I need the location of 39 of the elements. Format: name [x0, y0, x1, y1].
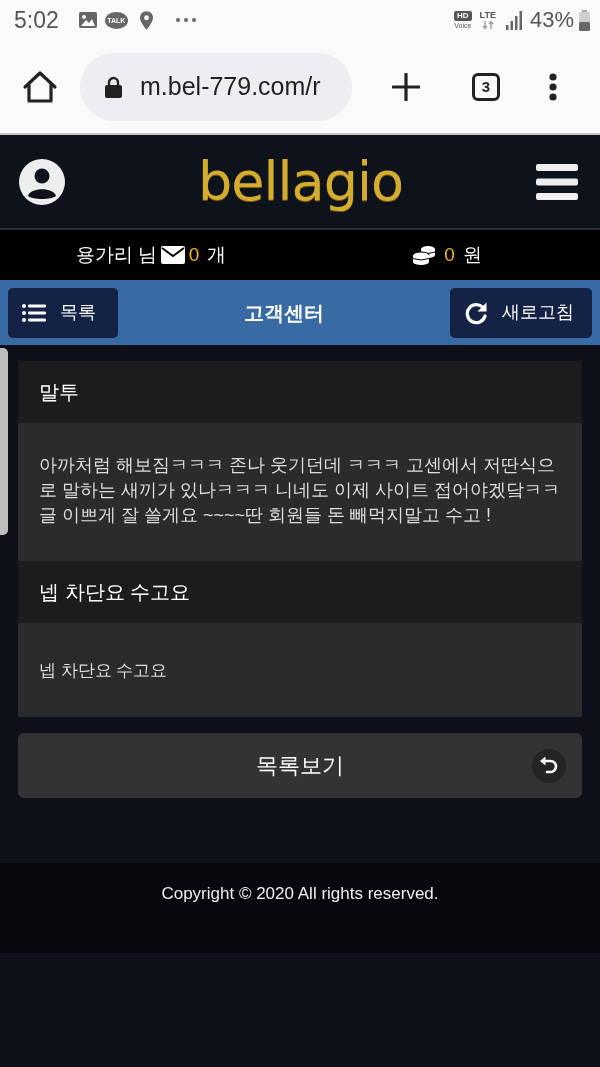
message-count: 0 — [188, 242, 200, 267]
reply-title: 넵 차단요 수고요 — [39, 580, 191, 605]
message-unit: 개 — [207, 242, 227, 267]
user-account-icon[interactable] — [19, 158, 65, 205]
currency-unit: 원 — [462, 242, 482, 267]
mail-icon[interactable] — [160, 246, 185, 264]
more-notifications-icon — [175, 18, 196, 22]
clock-time: 5:02 — [14, 8, 59, 32]
balance-amount: 0 — [444, 242, 455, 267]
coins-icon — [412, 245, 437, 265]
post-title: 말투 — [39, 380, 79, 405]
tab-switcher-button[interactable]: 3 — [472, 72, 500, 101]
return-icon — [532, 748, 566, 783]
list-icon — [22, 303, 46, 322]
page-title: 고객센터 — [244, 300, 324, 326]
location-pin-icon — [139, 10, 153, 30]
scrollbar-thumb[interactable] — [0, 348, 8, 535]
refresh-button[interactable]: 새로고침 — [450, 287, 592, 338]
home-icon[interactable] — [22, 69, 58, 104]
more-options-icon[interactable] — [549, 72, 557, 101]
data-arrows-icon — [481, 21, 494, 29]
list-view-button[interactable]: 목록보기 — [18, 733, 582, 798]
menu-icon[interactable] — [536, 163, 578, 200]
gallery-icon — [78, 12, 97, 28]
list-button[interactable]: 목록 — [8, 287, 118, 338]
signal-icon — [505, 10, 522, 30]
network-type: LTE — [479, 11, 496, 20]
lock-icon — [105, 75, 122, 98]
user-name: 용가리 님 — [75, 242, 157, 267]
reply-body-text: 넵 차단요 수고요 — [39, 659, 168, 682]
copyright-text: Copyright © 2020 All rights reserved. — [161, 884, 439, 903]
post-body-text: 아까처럼 해보짐ㅋㅋㅋ 존나 웃기던데 ㅋㅋㅋ 고센에서 저딴식으로 말하는 새끼가 있나ㅋㅋㅋ 니네도 이제 사이트 접어야겠닼ㅋㅋ 글 이쁘게 잘 쓸게요 ~~~~딴 회원들 돈 빼먹지말고 수고 ! — [39, 454, 561, 527]
plus-icon[interactable] — [392, 72, 420, 101]
battery-icon — [579, 9, 590, 31]
refresh-icon — [464, 300, 488, 325]
site-logo[interactable]: bellagio — [198, 154, 403, 209]
battery-percentage: 43% — [529, 9, 574, 31]
address-bar[interactable]: m.bel-779.com/r — [80, 52, 352, 121]
hd-badge: HD — [454, 11, 472, 21]
